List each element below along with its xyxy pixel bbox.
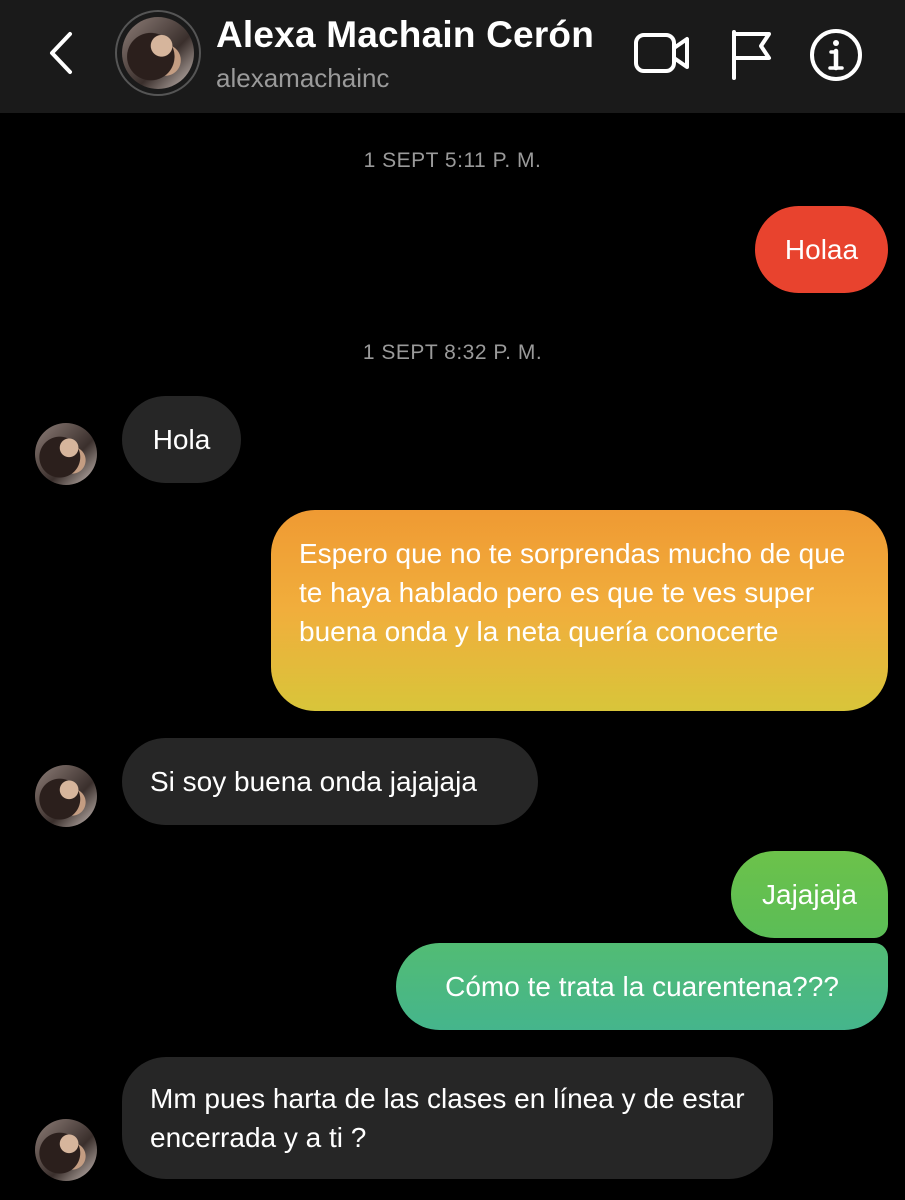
info-icon: [810, 29, 862, 81]
back-button[interactable]: [42, 30, 82, 76]
outgoing-message[interactable]: Espero que no te sorprendas mucho de que…: [271, 510, 888, 711]
video-call-icon: [634, 33, 689, 73]
sender-avatar[interactable]: [35, 423, 97, 485]
contact-avatar[interactable]: [115, 10, 201, 96]
message-text: Jajajaja: [762, 879, 857, 910]
video-call-button[interactable]: [633, 28, 691, 78]
outgoing-message[interactable]: Cómo te trata la cuarentena???: [396, 943, 888, 1030]
chat-header: Alexa Machain Cerón alexamachainc: [0, 0, 905, 113]
chat-screen: Alexa Machain Cerón alexamachainc 1 SEPT…: [0, 0, 905, 1200]
message-timestamp: 1 SEPT 5:11 P. M.: [363, 149, 542, 172]
sender-avatar[interactable]: [35, 1119, 97, 1181]
message-text: Si soy buena onda jajajaja: [150, 766, 477, 797]
incoming-message[interactable]: Si soy buena onda jajajaja: [122, 738, 538, 825]
message-text: Espero que no te sorprendas mucho de que…: [299, 538, 846, 647]
outgoing-message[interactable]: Jajajaja: [731, 851, 888, 938]
message-text: Holaa: [784, 234, 859, 265]
outgoing-message[interactable]: Holaa: [755, 206, 888, 293]
flag-icon: [732, 30, 771, 80]
contact-avatar-image: [122, 17, 194, 89]
message-text: Mm pues harta de las clases en línea y d…: [150, 1083, 745, 1153]
incoming-message[interactable]: Hola: [122, 396, 241, 483]
message-text: Hola: [152, 424, 211, 455]
incoming-message[interactable]: Mm pues harta de las clases en línea y d…: [122, 1057, 773, 1179]
info-button[interactable]: [809, 28, 863, 82]
message-text: Cómo te trata la cuarentena???: [445, 971, 839, 1002]
contact-handle[interactable]: alexamachainc: [216, 63, 389, 94]
contact-name[interactable]: Alexa Machain Cerón: [216, 14, 594, 56]
back-icon: [50, 32, 72, 74]
sender-avatar[interactable]: [35, 765, 97, 827]
message-timestamp: 1 SEPT 8:32 P. M.: [362, 341, 543, 364]
report-button[interactable]: [727, 28, 775, 80]
